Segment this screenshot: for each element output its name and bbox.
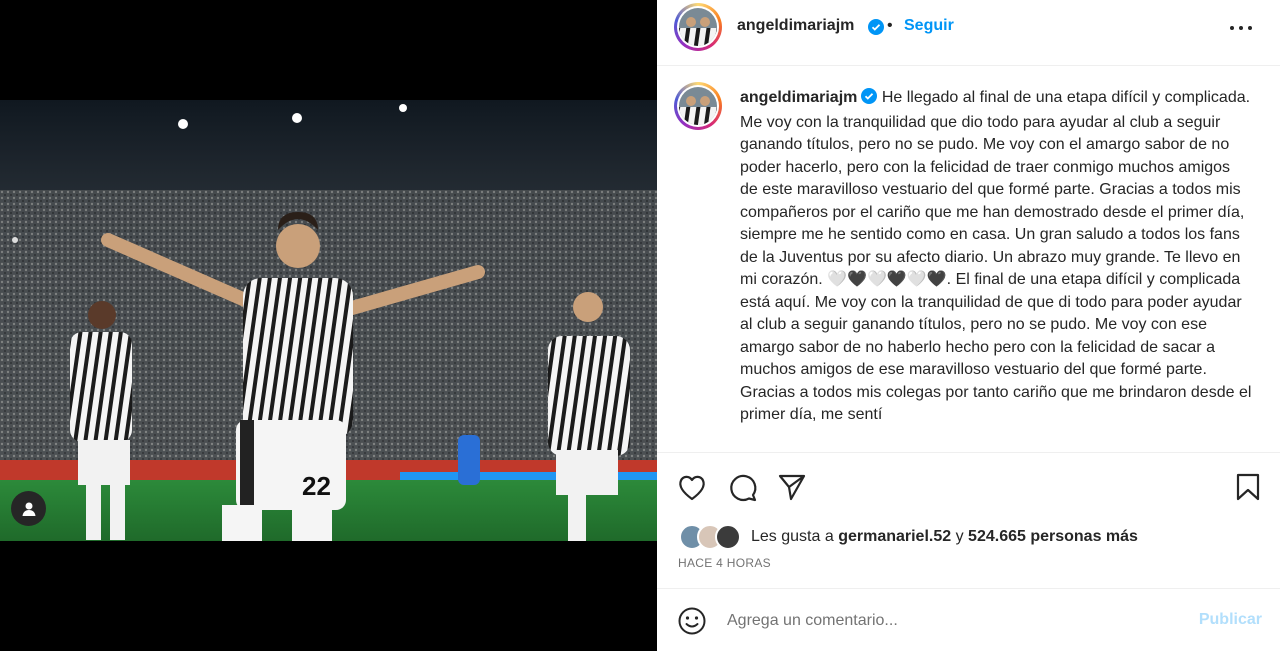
header-username[interactable]: angeldimariajm bbox=[737, 17, 854, 35]
likes-prefix: Les gusta a bbox=[751, 528, 834, 545]
send-icon bbox=[778, 474, 806, 501]
save-button[interactable] bbox=[1231, 470, 1265, 504]
likes-summary: Les gusta a germanariel.52 y 524.665 per… bbox=[679, 522, 1138, 552]
share-button[interactable] bbox=[775, 470, 809, 504]
avatar[interactable] bbox=[674, 3, 722, 51]
post-photo[interactable]: 22 bbox=[0, 100, 657, 541]
publish-button[interactable]: Publicar bbox=[1199, 611, 1262, 629]
comment-input[interactable] bbox=[727, 607, 1187, 635]
like-button[interactable] bbox=[675, 470, 709, 504]
emoji-button[interactable] bbox=[677, 606, 707, 636]
likes-user-link[interactable]: germanariel.52 bbox=[838, 528, 951, 546]
liker-avatar bbox=[715, 524, 741, 550]
comment-icon bbox=[730, 474, 757, 502]
user-icon bbox=[22, 502, 35, 516]
caption-username[interactable]: angeldimariajm bbox=[740, 89, 857, 106]
more-options-button[interactable] bbox=[1226, 16, 1256, 40]
follow-button[interactable]: Seguir bbox=[904, 17, 954, 35]
caption-text: He llegado al final de una etapa difícil… bbox=[740, 89, 1252, 423]
media-pane: 22 bbox=[0, 0, 657, 651]
comment-bar: Publicar bbox=[657, 588, 1280, 651]
tagged-people-button[interactable] bbox=[11, 491, 46, 526]
caption-avatar[interactable] bbox=[674, 82, 722, 130]
post-caption: angeldimariajm He llegado al final de un… bbox=[740, 87, 1252, 427]
post-timestamp[interactable]: HACE 4 HORAS bbox=[678, 556, 771, 570]
post-sidebar: angeldimariajm • Seguir angeldimariajm H… bbox=[657, 0, 1280, 651]
bookmark-icon bbox=[1236, 473, 1260, 501]
separator-dot: • bbox=[887, 17, 893, 34]
caption-area: angeldimariajm He llegado al final de un… bbox=[657, 67, 1280, 453]
likes-join: y bbox=[955, 528, 964, 545]
more-horizontal-icon bbox=[1230, 26, 1252, 30]
action-bar bbox=[657, 454, 1280, 520]
heart-icon bbox=[679, 475, 705, 501]
liker-avatars[interactable] bbox=[679, 524, 741, 550]
verified-badge-icon bbox=[868, 19, 884, 40]
post-header: angeldimariajm • Seguir bbox=[657, 0, 1280, 66]
comment-button[interactable] bbox=[725, 470, 759, 504]
svg-text:22: 22 bbox=[302, 471, 331, 501]
emoji-smile-icon bbox=[678, 607, 706, 635]
caption-verified-badge-icon bbox=[861, 88, 878, 112]
likes-others-link[interactable]: 524.665 personas más bbox=[968, 528, 1138, 546]
